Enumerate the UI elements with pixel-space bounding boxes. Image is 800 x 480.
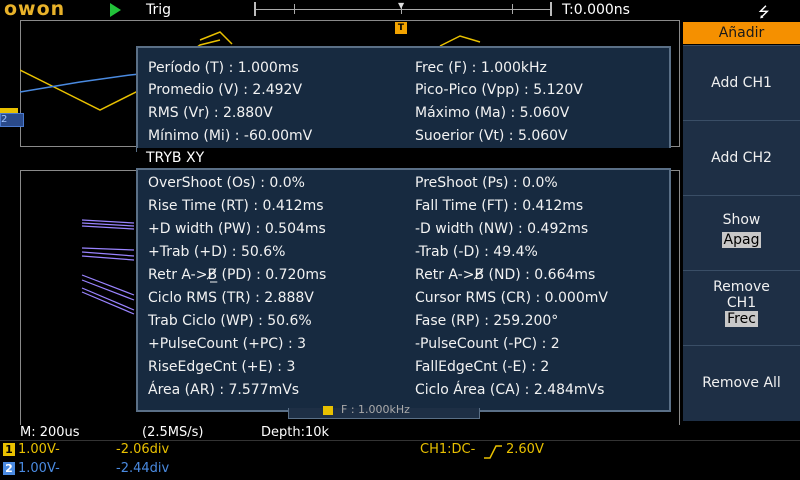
measurement-row-6-col-0: Trab Ciclo (WP) : 50.6% bbox=[148, 313, 312, 329]
trigger-level: 2.60V bbox=[506, 442, 544, 457]
ch2-offset: -2.44div bbox=[116, 461, 170, 476]
measurement-row-5-col-0: Ciclo RMS (TR) : 2.888V bbox=[148, 290, 314, 306]
ch2-badge[interactable]: 2 bbox=[3, 462, 15, 475]
measurement-row-9-col-1: Ciclo Área (CA) : 2.484mVs bbox=[415, 382, 605, 398]
measurement-row-8-col-0: RiseEdgeCnt (+E) : 3 bbox=[148, 359, 296, 375]
measurement-row-8-col-1: FallEdgeCnt (-E) : 2 bbox=[415, 359, 550, 375]
measurement-row-9-col-0: Área (AR) : 7.577mVs bbox=[148, 382, 300, 398]
measurement-top: Suoerior (Vt) : 5.060V bbox=[415, 128, 568, 144]
remove-label: Remove bbox=[713, 279, 770, 295]
add-ch1-button[interactable]: Add CH1 bbox=[683, 45, 800, 120]
measurement-row-0-col-1: PreShoot (Ps) : 0.0% bbox=[415, 175, 558, 191]
rising-edge-icon bbox=[484, 444, 502, 463]
measurement-row-0-col-0: OverShoot (Os) : 0.0% bbox=[148, 175, 305, 191]
remove-all-button[interactable]: Remove All bbox=[683, 345, 800, 421]
xy-traces bbox=[81, 219, 135, 315]
trigger-info[interactable]: CH1:DC- bbox=[420, 442, 475, 457]
measurement-min: Mínimo (Mi) : -60.00mV bbox=[148, 128, 313, 144]
ch1-offset: -2.06div bbox=[116, 442, 170, 457]
sample-rate: (2.5MS/s) bbox=[142, 425, 204, 440]
ch1-badge[interactable]: 1 bbox=[3, 443, 15, 456]
ch1-trace-peak bbox=[199, 31, 233, 45]
mode-header-bar bbox=[137, 148, 672, 168]
memory-depth[interactable]: Depth:10k bbox=[261, 425, 329, 440]
ch1-trace-right bbox=[439, 35, 481, 47]
show-label: Show bbox=[722, 212, 761, 228]
measurement-rms: RMS (Vr) : 2.880V bbox=[148, 105, 273, 121]
measurement-row-5-col-1: Cursor RMS (CR) : 0.000mV bbox=[415, 290, 608, 306]
measurement-row-3-col-0: +Trab (+D) : 50.6% bbox=[148, 244, 286, 260]
brand-logo: owon bbox=[4, 0, 66, 20]
remove-channel: CH1 bbox=[726, 295, 757, 311]
remove-button[interactable]: Remove CH1 Frec bbox=[683, 270, 800, 345]
measurement-row-4-col-1: Retr A->B̸ (ND) : 0.664ms bbox=[415, 267, 596, 283]
remove-value: Frec bbox=[725, 311, 758, 327]
measurement-row-1-col-0: Rise Time (RT) : 0.412ms bbox=[148, 198, 324, 214]
status-divider bbox=[0, 440, 800, 441]
measurement-period: Período (T) : 1.000ms bbox=[148, 60, 299, 76]
ch1-scale[interactable]: 1.00V- bbox=[18, 442, 60, 457]
menu-title: Añadir bbox=[683, 22, 800, 44]
obscured-measurement: F : 1.000kHz bbox=[288, 403, 480, 419]
ch2-scale[interactable]: 1.00V- bbox=[18, 461, 60, 476]
timebase[interactable]: M: 200us bbox=[20, 425, 80, 440]
measurement-row-7-col-0: +PulseCount (+PC) : 3 bbox=[148, 336, 307, 352]
add-ch2-button[interactable]: Add CH2 bbox=[683, 120, 800, 195]
measurement-frequency: Frec (F) : 1.000kHz bbox=[415, 60, 547, 76]
play-icon[interactable] bbox=[110, 3, 121, 17]
measurement-max: Máximo (Ma) : 5.060V bbox=[415, 105, 570, 121]
measurement-row-6-col-1: Fase (RP) : 259.200° bbox=[415, 313, 559, 329]
measurement-row-3-col-1: -Trab (-D) : 49.4% bbox=[415, 244, 538, 260]
trigger-position-marker-icon: ▼ bbox=[398, 1, 405, 10]
trigger-marker[interactable]: T bbox=[395, 22, 407, 34]
ch2-level-marker[interactable]: 2 bbox=[0, 113, 24, 127]
xy-mode-label: TRYB XY bbox=[146, 150, 205, 166]
measurement-row-2-col-1: -D width (NW) : 0.492ms bbox=[415, 221, 589, 237]
measurement-row-2-col-0: +D width (PW) : 0.504ms bbox=[148, 221, 326, 237]
trigger-time: T:0.000ns bbox=[562, 2, 630, 18]
measurement-average: Promedio (V) : 2.492V bbox=[148, 82, 303, 98]
measurement-row-7-col-1: -PulseCount (-PC) : 2 bbox=[415, 336, 560, 352]
show-button[interactable]: Show Apag bbox=[683, 195, 800, 270]
measurement-peak-peak: Pico-Pico (Vpp) : 5.120V bbox=[415, 82, 583, 98]
measurement-row-1-col-1: Fall Time (FT) : 0.412ms bbox=[415, 198, 584, 214]
trigger-status-label: Trig bbox=[146, 2, 172, 18]
show-value: Apag bbox=[721, 232, 762, 248]
measurement-row-4-col-0: Retr A->B̸̲ (PD) : 0.720ms bbox=[148, 267, 327, 283]
